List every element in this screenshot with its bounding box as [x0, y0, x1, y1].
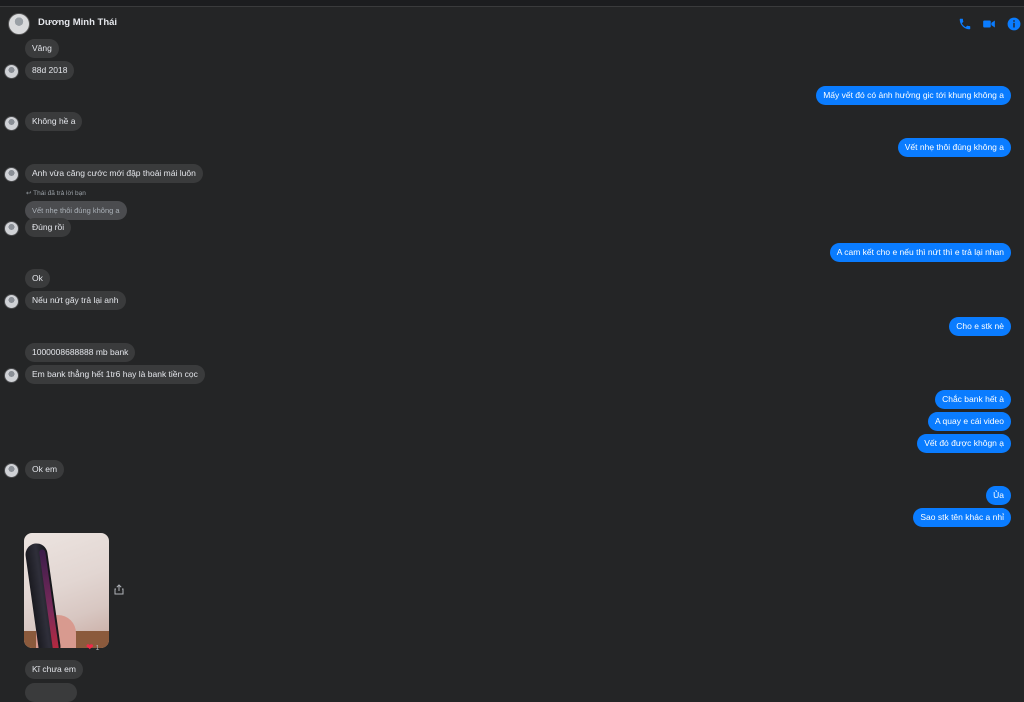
reply-indicator: ↩ Thái đã trả lời bạn	[26, 190, 86, 197]
video-icon[interactable]	[982, 17, 996, 31]
reaction-badge[interactable]: ❤ 1	[86, 642, 99, 653]
reaction-count: 1	[95, 645, 100, 652]
message-bubble-incoming-partial[interactable]	[25, 683, 77, 702]
sender-avatar	[4, 221, 19, 236]
message-bubble-outgoing[interactable]: Vết đó được khôgn ạ	[917, 434, 1011, 453]
message-bubble-incoming[interactable]: Em bank thẳng hết 1tr6 hay là bank tiền …	[25, 365, 205, 384]
contact-avatar[interactable]	[8, 13, 30, 35]
message-bubble-incoming[interactable]: Anh vừa căng cước mới đập thoải mái luôn	[25, 164, 203, 183]
message-bubble-incoming[interactable]: Ok	[25, 269, 50, 288]
message-bubble-outgoing[interactable]: Vết nhẹ thôi đúng không a	[897, 138, 1011, 157]
sender-avatar	[4, 116, 19, 131]
message-bubble-incoming[interactable]: Nếu nứt gãy trả lại anh	[25, 291, 126, 310]
conversation-header: Dương Minh Thái	[0, 7, 1024, 41]
info-icon[interactable]	[1007, 17, 1021, 31]
message-bubble-outgoing[interactable]: Mấy vết đó có ảnh hưởng gic tới khung kh…	[816, 86, 1011, 105]
message-bubble-outgoing[interactable]: Chắc bank hết à	[935, 390, 1011, 409]
photo-attachment[interactable]	[24, 533, 109, 648]
phone-icon[interactable]	[958, 17, 972, 31]
message-bubble-incoming[interactable]: 88d 2018	[25, 61, 75, 80]
message-bubble-incoming[interactable]: 1000008688888 mb bank	[25, 343, 136, 362]
window-top-bar	[0, 0, 1024, 7]
message-bubble-outgoing[interactable]: A quay e cái video	[928, 412, 1011, 431]
sender-avatar	[4, 368, 19, 383]
message-bubble-outgoing[interactable]: Cho e stk nè	[949, 317, 1011, 336]
message-bubble-outgoing[interactable]: A cam kết cho e nếu thì nứt thì e trả lạ…	[829, 243, 1011, 262]
message-bubble-incoming[interactable]: Kĩ chưa em	[25, 660, 83, 679]
message-bubble-incoming[interactable]: Đúng rồi	[25, 218, 72, 237]
message-bubble-incoming[interactable]: Ok em	[25, 460, 65, 479]
contact-name[interactable]: Dương Minh Thái	[38, 17, 117, 28]
message-bubble-incoming[interactable]: Không hề a	[25, 112, 83, 131]
message-bubble-outgoing[interactable]: Ủa	[986, 486, 1011, 505]
message-bubble-outgoing[interactable]: Sao stk tên khác a nhỉ	[913, 508, 1011, 527]
share-icon[interactable]	[114, 584, 124, 595]
reply-indicator-text: Thái đã trả lời bạn	[33, 190, 86, 197]
sender-avatar	[4, 167, 19, 182]
sender-avatar	[4, 463, 19, 478]
sender-avatar	[4, 64, 19, 79]
sender-avatar	[4, 294, 19, 309]
message-bubble-incoming[interactable]: Vâng	[25, 39, 59, 58]
heart-icon: ❤	[86, 642, 94, 652]
